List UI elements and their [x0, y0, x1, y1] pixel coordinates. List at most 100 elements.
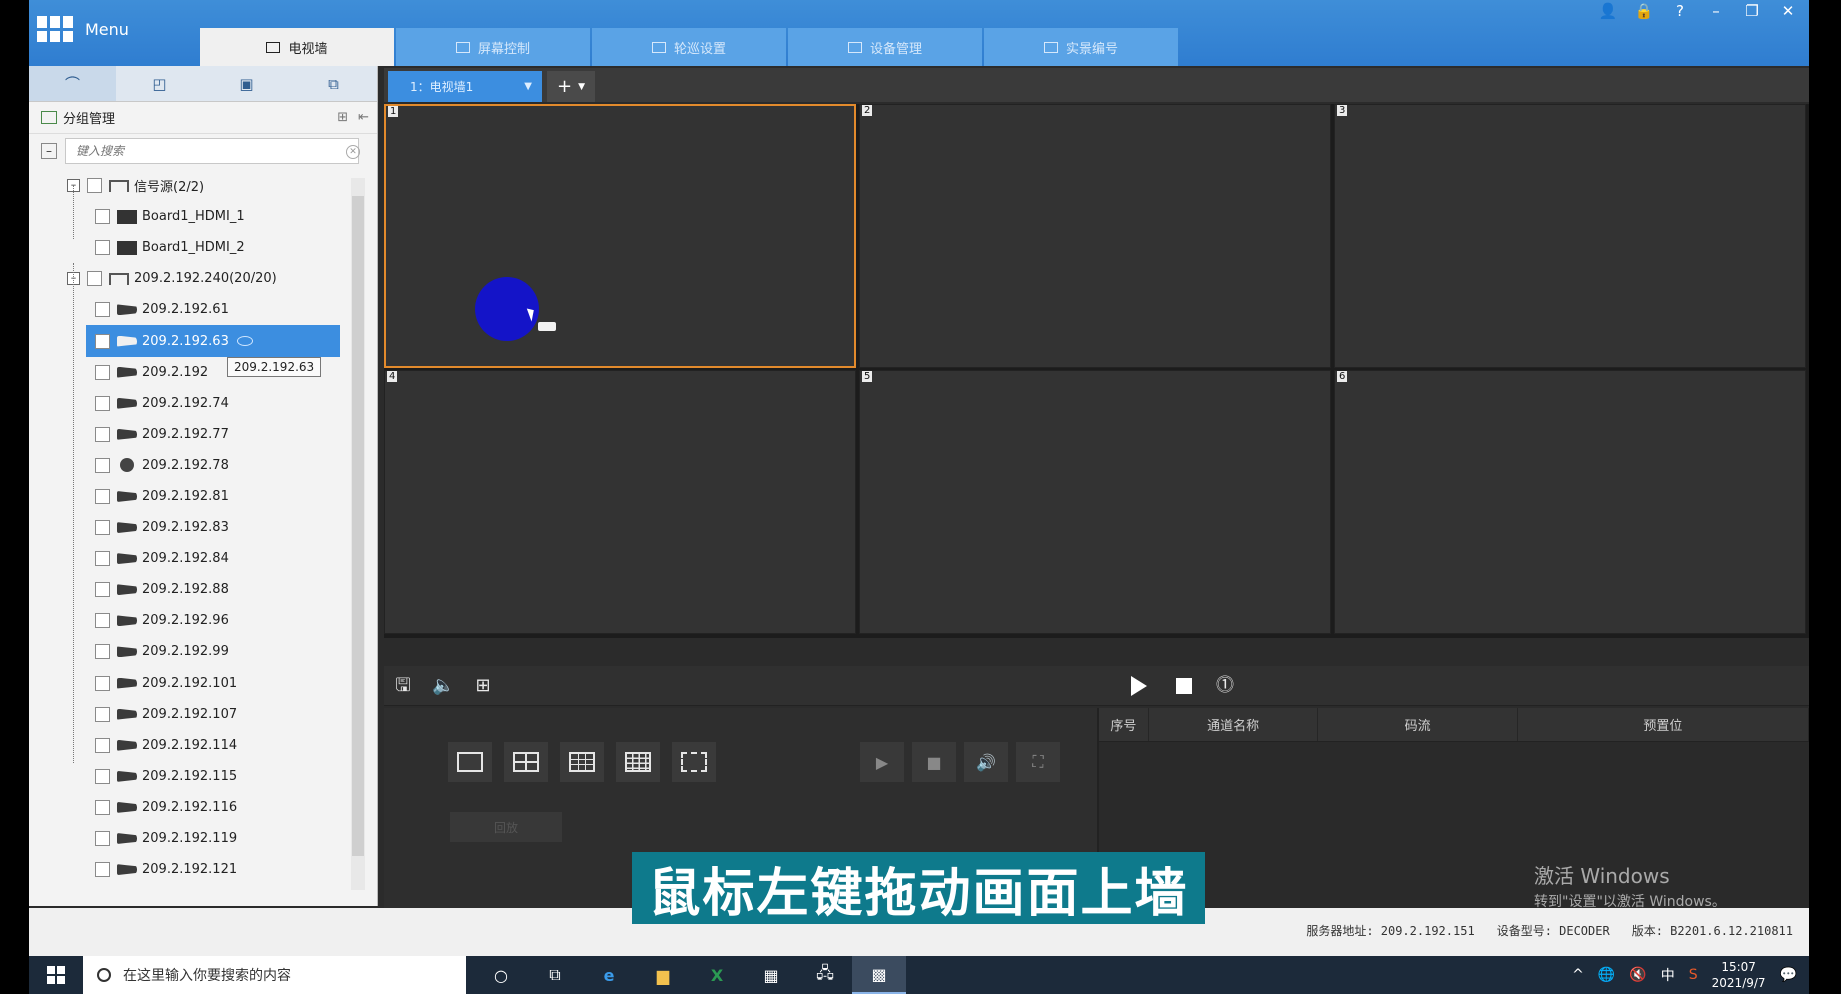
tree-item[interactable]: 209.2.192.77 [29, 419, 349, 450]
clear-search-icon[interactable]: ✕ [346, 145, 360, 159]
wall-cell[interactable]: 4 [384, 370, 856, 634]
tree-item[interactable]: 209.2.192.99 [29, 636, 349, 667]
tree-item[interactable]: 209.2.192.63 [86, 325, 340, 357]
video-client-icon[interactable]: ▩ [852, 956, 906, 994]
column-header[interactable]: 预置位 [1518, 708, 1809, 741]
stop-icon[interactable] [1173, 675, 1195, 697]
tree-item[interactable]: Board1_HDMI_1 [29, 201, 349, 232]
checkbox[interactable] [95, 364, 110, 380]
tab-3[interactable]: 设备管理 [788, 28, 982, 66]
screen-number-icon[interactable]: ⓵ [1214, 675, 1236, 697]
checkbox[interactable] [95, 551, 110, 567]
wall-cell[interactable]: 1 [384, 104, 856, 368]
cortana-icon[interactable]: ○ [474, 956, 528, 994]
preview-play-icon[interactable]: ▶ [860, 742, 904, 782]
tree-item[interactable]: 209.2.192.116 [29, 792, 349, 823]
audio-settings-icon[interactable]: 🔈 [432, 675, 454, 697]
clock[interactable]: 15:07 2021/9/7 [1712, 959, 1766, 991]
tree-item[interactable]: 209.2.192.88 [29, 574, 349, 605]
checkbox[interactable] [95, 706, 110, 722]
tree-group[interactable]: –209.2.192.240(20/20) [29, 263, 349, 294]
video-tab-icon[interactable]: ▣ [203, 66, 290, 101]
minimize-icon[interactable]: – [1705, 2, 1727, 20]
tree-item[interactable]: Board1_HDMI_2 [29, 232, 349, 263]
tree-group[interactable]: – 信号源(2/2) [29, 170, 349, 201]
edge-browser-icon[interactable]: e [582, 956, 636, 994]
layout-split-icon[interactable]: ⊞ [472, 675, 494, 697]
checkbox[interactable] [87, 271, 102, 287]
tree-item[interactable]: 209.2.192.115 [29, 761, 349, 792]
menu-button[interactable]: Menu [37, 16, 129, 42]
app-window-icon[interactable]: ▦ [744, 956, 798, 994]
wall-selector[interactable]: 1：电视墙1 ▼ [388, 71, 542, 102]
collapse-panel-icon[interactable]: ⇤ [358, 110, 369, 125]
tree-item[interactable]: 209.2.192.119 [29, 823, 349, 854]
tab-4[interactable]: 实景编号 [984, 28, 1178, 66]
antivirus-icon[interactable]: S [1689, 967, 1698, 983]
preview-stop-icon[interactable]: ■ [912, 742, 956, 782]
checkbox[interactable] [95, 675, 110, 691]
tree-item[interactable]: 209.2.192.114 [29, 730, 349, 761]
wall-cell[interactable]: 2 [859, 104, 1331, 368]
tree-item[interactable]: 209.2.192.96 [29, 605, 349, 636]
chevron-up-icon[interactable]: ^ [1572, 967, 1584, 983]
layout-9-button[interactable] [560, 742, 604, 782]
layout-4-button[interactable] [504, 742, 548, 782]
tab-1[interactable]: 屏幕控制 [396, 28, 590, 66]
tab-2[interactable]: 轮巡设置 [592, 28, 786, 66]
wall-cell[interactable]: 6 [1334, 370, 1806, 634]
fullscreen-icon[interactable]: ⛶ [1016, 742, 1060, 782]
checkbox[interactable] [95, 395, 110, 411]
wall-cell[interactable]: 5 [859, 370, 1331, 634]
tree-item[interactable]: 209.2.192.61 [29, 294, 349, 325]
tree-item[interactable]: 209.2.192.83 [29, 512, 349, 543]
wall-cell[interactable]: 3 [1334, 104, 1806, 368]
checkbox[interactable] [95, 799, 110, 815]
tree-item[interactable]: 209.2.192.81 [29, 481, 349, 512]
eye-icon[interactable] [236, 336, 253, 347]
layout-16-button[interactable] [616, 742, 660, 782]
layout-custom-button[interactable] [672, 742, 716, 782]
help-icon[interactable]: ? [1669, 2, 1691, 20]
playback-button[interactable]: 回放 [450, 812, 562, 842]
tree-item[interactable]: 209.2.192.78 [29, 450, 349, 481]
search-device-tab-icon[interactable]: ◰ [116, 66, 203, 101]
restore-icon[interactable]: ❐ [1741, 2, 1763, 20]
tree-item[interactable]: 209.2.192.107 [29, 699, 349, 730]
lock-icon[interactable]: 🔒 [1633, 2, 1655, 20]
column-header[interactable]: 码流 [1318, 708, 1518, 741]
checkbox[interactable] [95, 333, 110, 349]
close-icon[interactable]: ✕ [1777, 2, 1799, 20]
checkbox[interactable] [95, 302, 110, 318]
excel-icon[interactable]: X [690, 956, 744, 994]
checkbox[interactable] [95, 768, 110, 784]
network-icon[interactable]: 🌐 [1598, 967, 1615, 983]
tree-scrollbar[interactable] [351, 178, 365, 890]
tree-item[interactable]: 209.2.192.121 [29, 854, 349, 885]
ime-indicator[interactable]: 中 [1661, 965, 1675, 985]
layout-1-button[interactable] [448, 742, 492, 782]
column-header[interactable]: 通道名称 [1149, 708, 1319, 741]
tree-item[interactable]: 209.2.192.84 [29, 543, 349, 574]
checkbox[interactable] [95, 520, 110, 536]
checkbox[interactable] [95, 613, 110, 629]
search-input[interactable] [65, 138, 359, 164]
volume-icon[interactable]: 🔊 [964, 742, 1008, 782]
notification-icon[interactable]: 💬 [1780, 967, 1797, 983]
tree-item[interactable]: 209.2.192.74 [29, 388, 349, 419]
checkbox[interactable] [95, 457, 110, 473]
column-header[interactable]: 序号 [1099, 708, 1149, 741]
checkbox[interactable] [95, 644, 110, 660]
task-view-icon[interactable]: ⧉ [528, 956, 582, 994]
checkbox[interactable] [95, 426, 110, 442]
checkbox[interactable] [95, 240, 110, 256]
checkbox[interactable] [95, 582, 110, 598]
checkbox[interactable] [95, 209, 110, 225]
play-icon[interactable] [1131, 676, 1153, 698]
collapse-all-button[interactable]: – [41, 143, 57, 159]
checkbox[interactable] [95, 831, 110, 847]
expand-all-icon[interactable]: ⊞ [337, 110, 348, 125]
add-wall-button[interactable]: + ▼ [547, 71, 595, 102]
checkbox[interactable] [95, 737, 110, 753]
save-icon[interactable]: 🖫 [392, 675, 414, 697]
